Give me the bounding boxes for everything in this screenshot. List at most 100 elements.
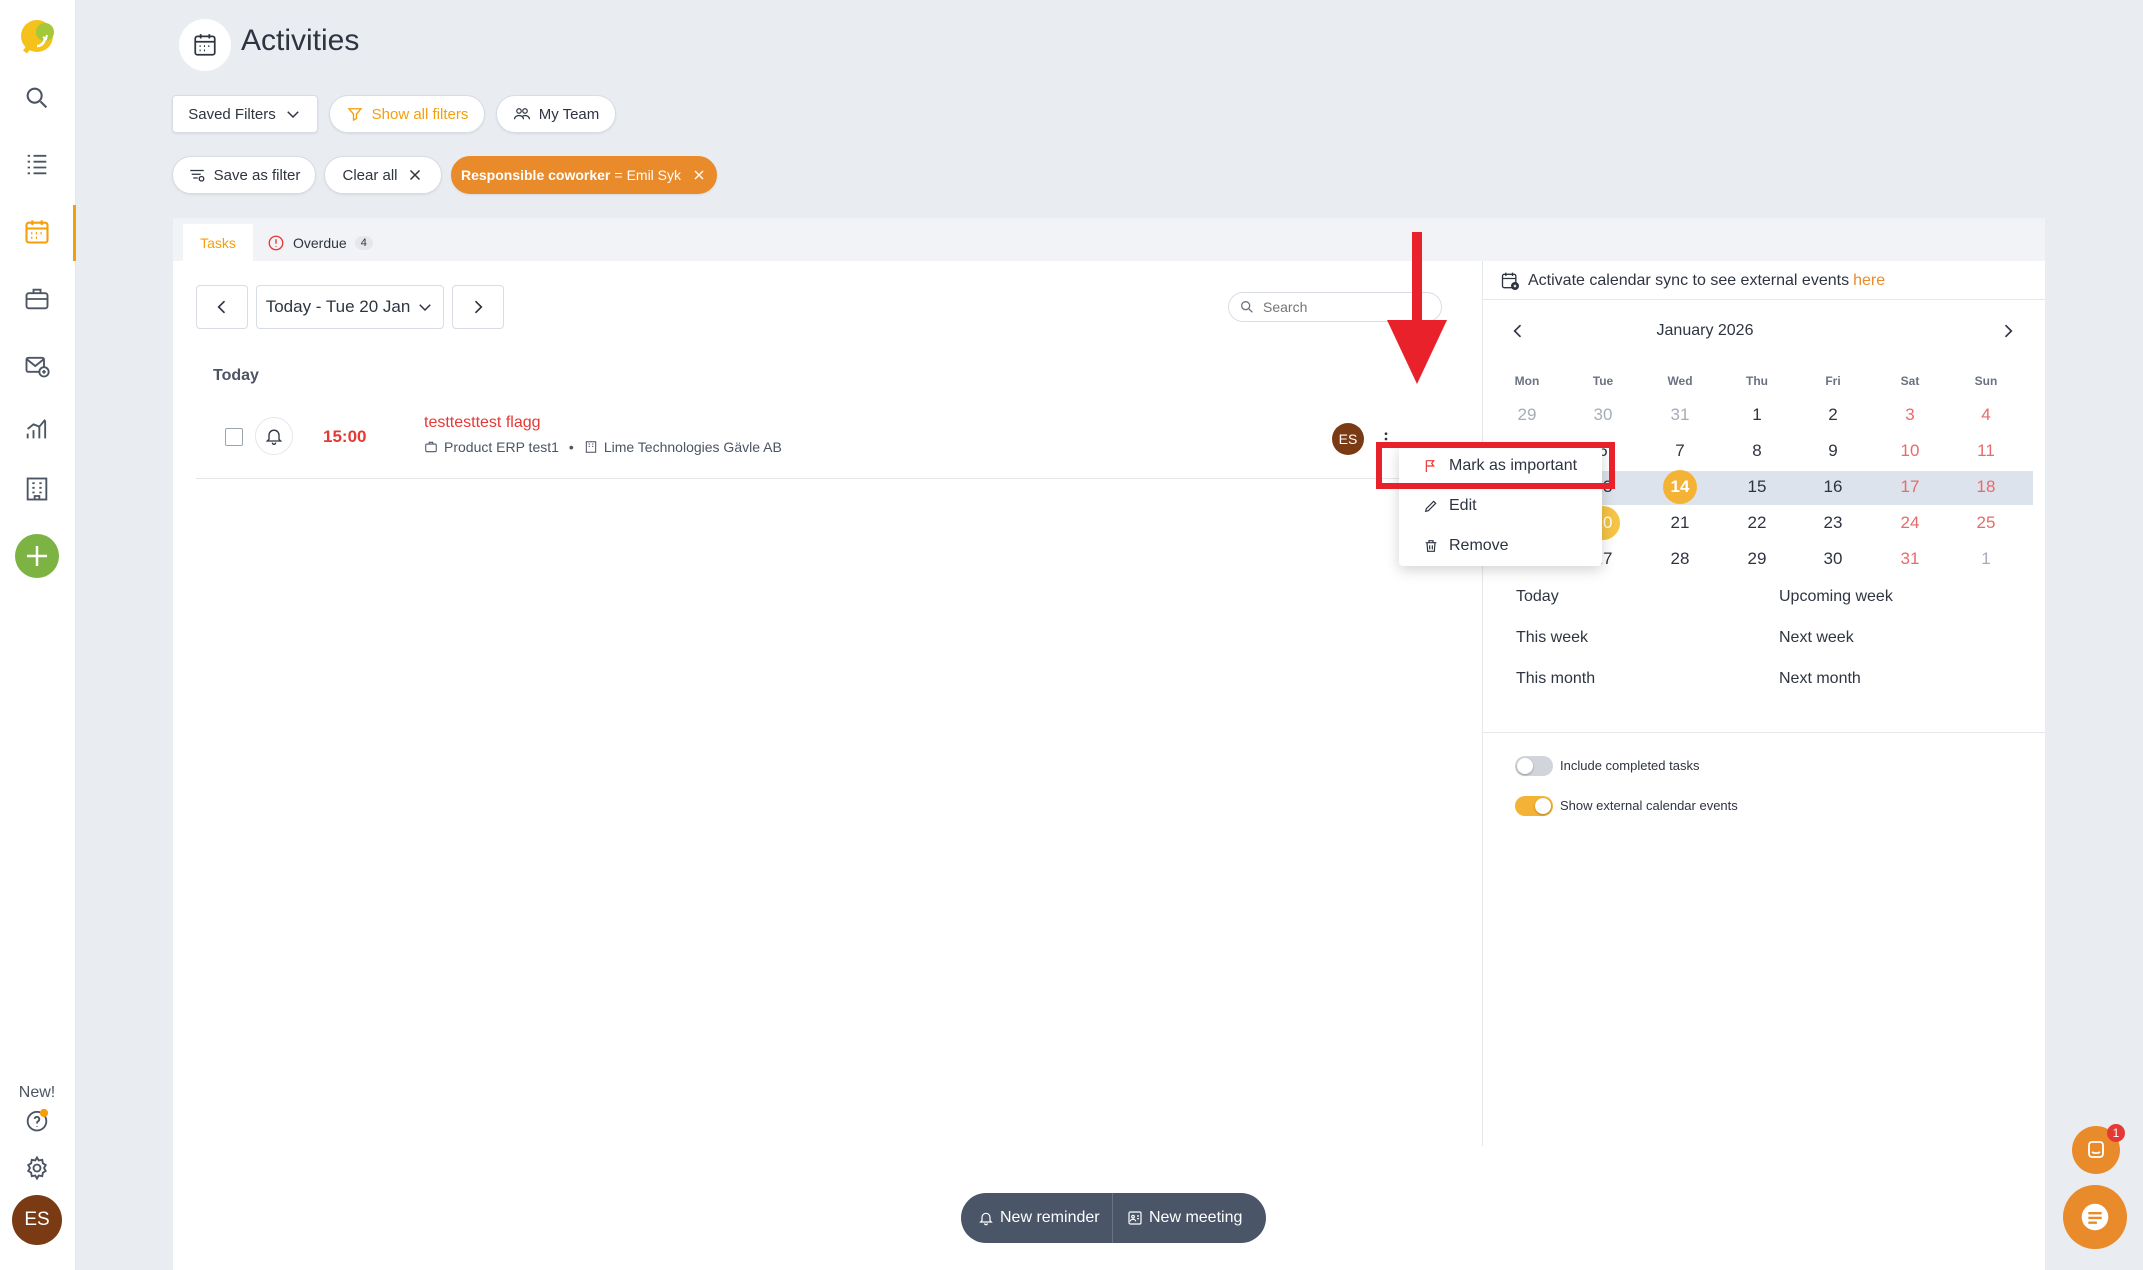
- highlight-box: [1376, 442, 1615, 489]
- weekday-header: Mon: [1514, 374, 1540, 388]
- divider: [1482, 732, 2045, 733]
- quick-link-next-week[interactable]: Next week: [1779, 629, 1854, 647]
- save-filter-icon: [189, 169, 205, 182]
- bell-icon: [979, 1212, 993, 1226]
- bottom-action-bar: New reminder New meeting: [961, 1193, 1266, 1243]
- building-icon[interactable]: [14, 466, 60, 512]
- save-as-filter-button[interactable]: Save as filter: [172, 156, 316, 194]
- mail-icon[interactable]: [14, 343, 60, 389]
- active-filter-value: Emil Syk: [626, 167, 682, 183]
- plus-icon[interactable]: [14, 533, 60, 579]
- support-chat-icon: [2081, 1203, 2109, 1231]
- calendar-day[interactable]: 2: [1803, 399, 1863, 431]
- active-filter-op: =: [614, 167, 623, 183]
- show-external-toggle[interactable]: [1515, 796, 1553, 816]
- calendar-day[interactable]: 11: [1956, 435, 2016, 467]
- show-all-filters-button[interactable]: Show all filters: [329, 95, 485, 133]
- new-meeting-label: New meeting: [1149, 1209, 1243, 1226]
- calendar-day[interactable]: 24: [1880, 507, 1940, 539]
- search-icon[interactable]: [14, 75, 60, 121]
- trash-icon: [1425, 540, 1437, 552]
- clear-all-label: Clear all: [342, 166, 398, 184]
- active-filter-key: Responsible coworker: [460, 167, 611, 183]
- chevron-down-icon: [286, 111, 299, 119]
- quick-link-this-week[interactable]: This week: [1516, 629, 1588, 647]
- gear-icon[interactable]: [14, 1145, 60, 1191]
- calendar-day[interactable]: 25: [1956, 507, 2016, 539]
- calendar-day[interactable]: 28: [1650, 543, 1710, 575]
- new-reminder-label: New reminder: [1000, 1209, 1100, 1226]
- chat-icon: [2088, 1141, 2104, 1158]
- save-as-filter-label: Save as filter: [213, 166, 301, 184]
- calendar-grid: MonTueWedThuFriSatSun2930311234567891011…: [173, 218, 2045, 818]
- active-nav-indicator: [73, 205, 76, 261]
- weekday-header: Sat: [1900, 374, 1920, 388]
- calendar-day[interactable]: 21: [1650, 507, 1710, 539]
- include-completed-label: Include completed tasks: [1560, 758, 1700, 773]
- help-icon[interactable]: [14, 1097, 60, 1143]
- calendar-day[interactable]: 30: [1803, 543, 1863, 575]
- briefcase-icon[interactable]: [14, 276, 60, 322]
- remove-filter-icon[interactable]: [691, 167, 707, 183]
- calendar-day[interactable]: 15: [1727, 471, 1787, 503]
- calendar-day[interactable]: 7: [1650, 435, 1710, 467]
- edit-label: Edit: [1449, 497, 1477, 514]
- chat-badge: 1: [2107, 1124, 2125, 1142]
- saved-filters-label: Saved Filters: [188, 105, 276, 123]
- calendar-day[interactable]: 30: [1573, 399, 1633, 431]
- calendar-day[interactable]: 16: [1803, 471, 1863, 503]
- my-team-button[interactable]: My Team: [496, 95, 616, 133]
- calendar-day[interactable]: 17: [1880, 471, 1940, 503]
- active-filter-chip[interactable]: Responsible coworker = Emil Syk: [451, 156, 717, 194]
- calendar-day[interactable]: 29: [1727, 543, 1787, 575]
- weekday-header: Wed: [1667, 374, 1693, 388]
- weekday-header: Fri: [1825, 374, 1841, 388]
- chart-icon[interactable]: [14, 406, 60, 452]
- filter-icon: [347, 108, 363, 122]
- meeting-icon: [1128, 1211, 1142, 1225]
- calendar-day[interactable]: 4: [1956, 399, 2016, 431]
- calendar-day[interactable]: 31: [1880, 543, 1940, 575]
- calendar-day[interactable]: 1: [1727, 399, 1787, 431]
- support-chat-button[interactable]: [2063, 1185, 2127, 1249]
- weekday-header: Tue: [1592, 374, 1614, 388]
- show-all-filters-label: Show all filters: [371, 105, 469, 123]
- calendar-day[interactable]: 9: [1803, 435, 1863, 467]
- calendar-icon[interactable]: [14, 209, 60, 255]
- calendar-day[interactable]: 8: [1727, 435, 1787, 467]
- saved-filters-dropdown[interactable]: Saved Filters: [172, 95, 318, 133]
- quick-link-today[interactable]: Today: [1516, 588, 1559, 606]
- remove-item[interactable]: Remove: [1399, 526, 1599, 566]
- left-sidebar: New! ES: [0, 0, 76, 1270]
- my-team-label: My Team: [538, 105, 600, 123]
- weekday-header: Thu: [1746, 374, 1768, 388]
- include-completed-toggle[interactable]: [1515, 756, 1553, 776]
- quick-link-upcoming-week[interactable]: Upcoming week: [1779, 588, 1893, 606]
- calendar-day[interactable]: 22: [1727, 507, 1787, 539]
- quick-link-next-month[interactable]: Next month: [1779, 670, 1861, 688]
- calendar-day[interactable]: 14: [1650, 470, 1710, 504]
- calendar-day[interactable]: 29: [1497, 399, 1557, 431]
- show-external-label: Show external calendar events: [1560, 798, 1738, 813]
- calendar-day[interactable]: 23: [1803, 507, 1863, 539]
- calendar-day[interactable]: 1: [1956, 543, 2016, 575]
- user-avatar[interactable]: ES: [12, 1195, 62, 1245]
- quick-link-this-month[interactable]: This month: [1516, 670, 1595, 688]
- calendar-day[interactable]: 31: [1650, 399, 1710, 431]
- logo-icon[interactable]: [14, 15, 60, 61]
- list-icon[interactable]: [14, 141, 60, 187]
- new-reminder-button[interactable]: New reminder: [961, 1193, 1113, 1243]
- edit-item[interactable]: Edit: [1399, 486, 1599, 526]
- calendar-day[interactable]: 3: [1880, 399, 1940, 431]
- page-title: Activities: [241, 24, 360, 57]
- pencil-icon: [1424, 500, 1437, 513]
- annotation-arrow-icon: [1387, 232, 1447, 387]
- weekday-header: Sun: [1974, 374, 1998, 388]
- remove-label: Remove: [1449, 537, 1509, 554]
- clear-all-button[interactable]: Clear all: [324, 156, 442, 194]
- calendar-day[interactable]: 18: [1956, 471, 2016, 503]
- close-icon: [409, 169, 420, 181]
- new-meeting-button[interactable]: New meeting: [1113, 1209, 1242, 1227]
- page-calendar-icon: [179, 19, 231, 71]
- calendar-day[interactable]: 10: [1880, 435, 1940, 467]
